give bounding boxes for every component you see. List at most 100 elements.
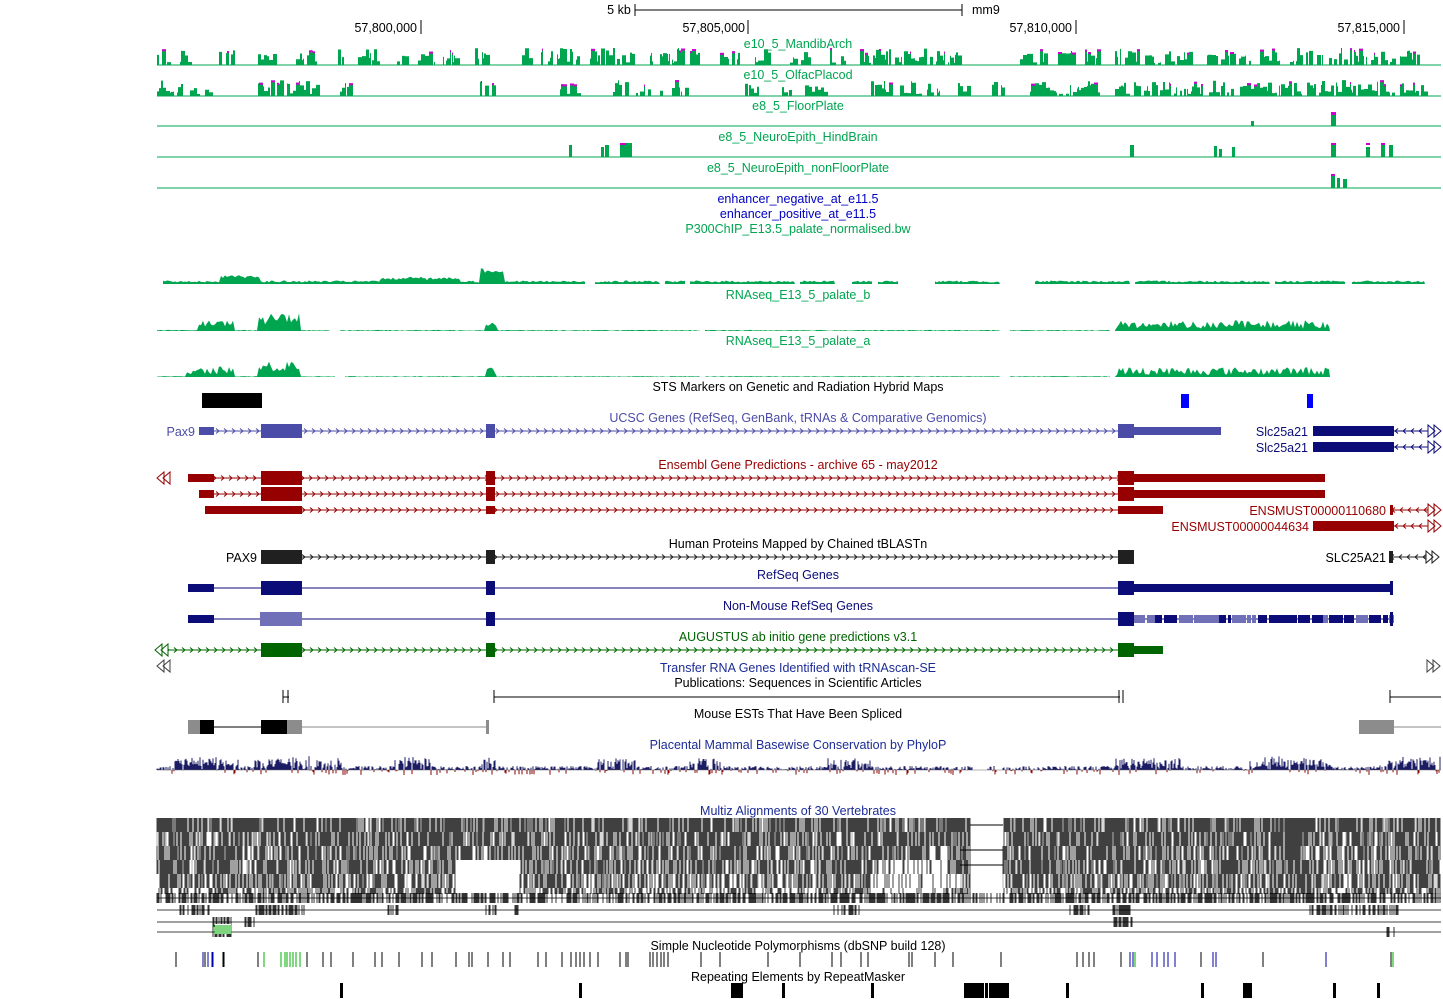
track-label-mouse-ests[interactable]: Mouse ESTs That Have Been Spliced <box>694 707 902 721</box>
sts-marker <box>1181 394 1189 408</box>
exon-block <box>261 550 302 564</box>
track-label-phylop[interactable]: Placental Mammal Basewise Conservation b… <box>650 738 947 752</box>
exon-block <box>1279 615 1290 623</box>
repeat-element <box>989 983 1009 998</box>
track-label-enhancer-negative[interactable]: enhancer_negative_at_e11.5 <box>717 192 878 206</box>
exon-block <box>199 490 214 498</box>
track-label-multiz[interactable]: Multiz Alignments of 30 Vertebrates <box>700 804 896 818</box>
nonmouse-refseq-track[interactable] <box>188 612 1394 626</box>
coverage-area <box>345 367 700 377</box>
exon-block <box>1232 615 1242 623</box>
gene-label-slc25a21-protein[interactable]: SLC25A21 <box>1326 551 1387 565</box>
exon-block <box>1194 615 1208 623</box>
track-label-ucsc-genes[interactable]: UCSC Genes (RefSeq, GenBank, tRNAs & Com… <box>609 411 986 425</box>
track-label-e10-mandib-arch[interactable]: e10_5_MandibArch <box>744 37 852 51</box>
signal-bar <box>1331 143 1336 157</box>
signal-bar <box>1343 179 1347 188</box>
refseq-genes-track[interactable] <box>188 581 1393 595</box>
repeat-element <box>871 983 874 998</box>
exon-block <box>1242 615 1246 623</box>
alignment-block <box>514 905 519 915</box>
gene-label-ensmust00000110680[interactable]: ENSMUST00000110680 <box>1249 504 1386 518</box>
exon-block <box>1134 490 1325 498</box>
repeat-element <box>340 983 343 998</box>
exon-block <box>1155 615 1162 623</box>
assembly-label: mm9 <box>972 3 1000 17</box>
snp-marks-coding <box>202 952 1327 967</box>
repeatmasker-track[interactable] <box>340 983 1380 998</box>
track-label-repeatmasker[interactable]: Repeating Elements by RepeatMasker <box>691 970 905 984</box>
ucsc-genes-track[interactable] <box>199 423 1442 455</box>
track-label-rnaseq-a[interactable]: RNAseq_E13_5_palate_a <box>726 334 871 348</box>
track-label-ensembl[interactable]: Ensembl Gene Predictions - archive 65 - … <box>658 458 937 472</box>
coverage-area <box>690 280 795 284</box>
track-label-e10-olfac-placod[interactable]: e10_5_OlfacPlacod <box>743 68 852 82</box>
augustus-track[interactable] <box>154 642 1163 658</box>
track-label-snp[interactable]: Simple Nucleotide Polymorphisms (dbSNP b… <box>650 939 945 953</box>
track-label-refseq[interactable]: RefSeq Genes <box>757 568 839 582</box>
coverage-area <box>1115 320 1330 331</box>
track-label-nonmouse-refseq[interactable]: Non-Mouse RefSeq Genes <box>723 599 873 613</box>
rnaseq-b-signal[interactable] <box>157 313 1330 331</box>
exon-block <box>199 427 214 435</box>
multiz-track[interactable] <box>156 818 1441 937</box>
track-label-e8-floor-plate[interactable]: e8_5_FloorPlate <box>752 99 844 113</box>
track-label-e8-nonfloorplate[interactable]: e8_5_NeuroEpith_nonFloorPlate <box>707 161 889 175</box>
signal-bar <box>1130 145 1134 157</box>
track-label-publications[interactable]: Publications: Sequences in Scientific Ar… <box>674 676 921 690</box>
exon-block <box>1298 615 1310 623</box>
phylop-track[interactable] <box>156 756 1441 775</box>
offscreen-arrow-icon <box>1427 518 1442 534</box>
genome-browser-image[interactable]: 5 kb mm9 57,800,000 57,805,000 57,810,00… <box>0 0 1443 999</box>
gene-label-slc25a21[interactable]: Slc25a21 <box>1256 441 1308 455</box>
exon-block <box>287 720 302 734</box>
track-label-e8-hindbrain[interactable]: e8_5_NeuroEpith_HindBrain <box>718 130 877 144</box>
exon-block <box>1118 424 1134 438</box>
exon-block <box>1179 615 1193 623</box>
track-label-augustus[interactable]: AUGUSTUS ab initio gene predictions v3.1 <box>679 630 917 644</box>
exon-block <box>1134 584 1392 592</box>
exon-block <box>261 643 302 657</box>
exon-block <box>1134 615 1145 623</box>
gene-label-ensmust00000044634[interactable]: ENSMUST00000044634 <box>1171 520 1309 534</box>
exon-block <box>1313 426 1392 436</box>
base-position-ruler[interactable]: 5 kb mm9 57,800,000 57,805,000 57,810,00… <box>354 3 1405 35</box>
track-label-enhancer-positive[interactable]: enhancer_positive_at_e11.5 <box>720 207 876 221</box>
snp-track[interactable] <box>175 952 1394 967</box>
gene-label-slc25a21[interactable]: Slc25a21 <box>1256 425 1308 439</box>
mouse-ests-track[interactable] <box>188 720 1441 734</box>
p300-chip-signal[interactable] <box>163 268 1425 284</box>
sts-marker <box>1307 394 1313 408</box>
human-proteins-track[interactable] <box>261 549 1440 565</box>
repeat-element <box>964 983 984 998</box>
gene-label-pax9[interactable]: Pax9 <box>167 425 196 439</box>
e8-nonfloorplate-signal[interactable] <box>157 174 1441 189</box>
exon-block <box>1228 615 1231 623</box>
exon-block <box>1390 612 1393 626</box>
offscreen-arrow-icon <box>1427 502 1442 518</box>
e10-olfac-placod-signal[interactable] <box>157 80 1441 97</box>
coverage-area <box>163 268 585 284</box>
signal-bar <box>601 147 604 157</box>
track-label-sts-markers[interactable]: STS Markers on Genetic and Radiation Hyb… <box>652 380 943 394</box>
exon-block <box>1369 615 1372 623</box>
sts-markers-track[interactable] <box>202 393 1313 408</box>
track-label-rnaseq-b[interactable]: RNAseq_E13_5_palate_b <box>726 288 871 302</box>
track-label-human-proteins[interactable]: Human Proteins Mapped by Chained tBLASTn <box>669 537 928 551</box>
track-label-p300-chip[interactable]: P300ChIP_E13.5_palate_normalised.bw <box>685 222 911 236</box>
track-label-trna[interactable]: Transfer RNA Genes Identified with tRNAs… <box>660 661 936 675</box>
alignment-row <box>156 818 1441 832</box>
rnaseq-a-signal[interactable] <box>157 361 1330 377</box>
exon-block <box>1118 506 1163 514</box>
coverage-area <box>878 280 898 284</box>
exon-block <box>486 424 495 438</box>
track-canvas[interactable]: 5 kb mm9 57,800,000 57,805,000 57,810,00… <box>0 0 1443 999</box>
publications-track[interactable] <box>282 690 1441 703</box>
gene-label-pax9-protein[interactable]: PAX9 <box>226 551 257 565</box>
coverage-area <box>1115 367 1330 377</box>
exon-block <box>200 720 214 734</box>
e8-hindbrain-signal[interactable] <box>157 143 1441 158</box>
signal-bar <box>620 143 626 157</box>
e8-floor-plate-signal[interactable] <box>157 112 1441 127</box>
exon-block <box>1134 474 1325 482</box>
